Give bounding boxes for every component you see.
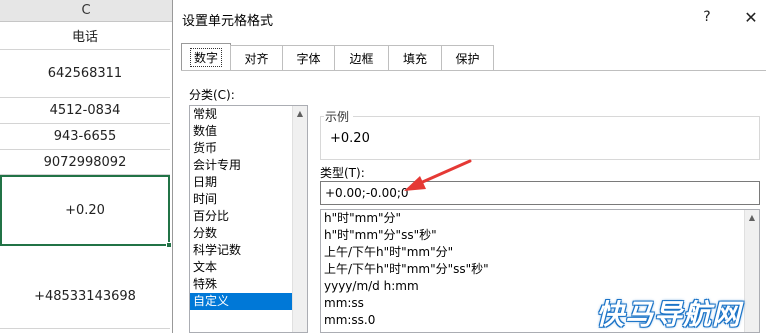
close-button[interactable]: ✕ [739, 6, 763, 28]
category-item[interactable]: 货币 [190, 140, 307, 157]
spreadsheet: C 电话 642568311 4512-0834 943-6655 907299… [0, 0, 172, 333]
format-item[interactable]: h"时"mm"分" [321, 210, 759, 227]
cell-c1[interactable]: 电话 [0, 22, 170, 50]
format-item[interactable]: 上午/下午h"时"mm"分" [321, 244, 759, 261]
sample-value: +0.20 [330, 131, 370, 146]
type-label: 类型(T): [320, 166, 365, 180]
cell-c4[interactable]: 943-6655 [0, 124, 170, 150]
format-item[interactable]: 上午/下午h"时"mm"分"ss"秒" [321, 261, 759, 278]
tab-fill[interactable]: 填充 [388, 45, 442, 70]
sample-border-right [353, 116, 760, 117]
dialog-title: 设置单元格格式 [182, 14, 274, 29]
cell-c3[interactable]: 4512-0834 [0, 98, 170, 124]
tab-number[interactable]: 数字 [181, 43, 231, 70]
column-header-c[interactable]: C [0, 0, 172, 22]
scroll-up-icon[interactable]: ▲ [745, 210, 759, 225]
format-item[interactable]: h"时"mm"分"ss"秒" [321, 227, 759, 244]
tab-bar: 数字 对齐 字体 边框 填充 保护 [181, 43, 494, 71]
category-item[interactable]: 分数 [190, 225, 307, 242]
type-input[interactable] [320, 181, 760, 205]
watermark-logo: 快马导航网 [596, 298, 742, 331]
category-item[interactable]: 时间 [190, 191, 307, 208]
category-item[interactable]: 特殊 [190, 276, 307, 293]
tab-font[interactable]: 字体 [282, 45, 335, 70]
cell-c5[interactable]: 9072998092 [0, 150, 170, 175]
sample-border-left [320, 116, 324, 117]
tab-protection[interactable]: 保护 [441, 45, 494, 70]
sample-label: 示例 [325, 110, 350, 124]
cell-c6-selected[interactable]: +0.20 [0, 175, 170, 246]
scroll-up-icon[interactable]: ▲ [293, 106, 307, 121]
category-list[interactable]: 常规 数值 货币 会计专用 日期 时间 百分比 分数 科学记数 文本 特殊 自定… [189, 105, 308, 333]
category-label: 分类(C): [189, 88, 235, 102]
category-item[interactable]: 日期 [190, 174, 307, 191]
tab-panel-border [181, 70, 766, 71]
category-item[interactable]: 数值 [190, 123, 307, 140]
cell-c2[interactable]: 642568311 [0, 50, 170, 98]
tab-number-label: 数字 [189, 47, 222, 67]
category-item-selected[interactable]: 自定义 [190, 293, 307, 310]
category-item[interactable]: 科学记数 [190, 242, 307, 259]
format-cells-dialog: 设置单元格格式 ? ✕ 数字 对齐 字体 边框 填充 保护 分类(C): 常规 … [172, 0, 773, 333]
sample-groupbox [320, 116, 760, 160]
category-item[interactable]: 会计专用 [190, 157, 307, 174]
cell-c7[interactable]: +48533143698 [0, 265, 170, 329]
category-scrollbar[interactable]: ▲ [292, 106, 307, 332]
help-button[interactable]: ? [697, 6, 717, 28]
category-item[interactable]: 百分比 [190, 208, 307, 225]
format-list-scrollbar[interactable]: ▲ [744, 210, 759, 332]
tab-alignment[interactable]: 对齐 [230, 45, 283, 70]
tab-border[interactable]: 边框 [334, 45, 389, 70]
category-item[interactable]: 文本 [190, 259, 307, 276]
category-item[interactable]: 常规 [190, 106, 307, 123]
